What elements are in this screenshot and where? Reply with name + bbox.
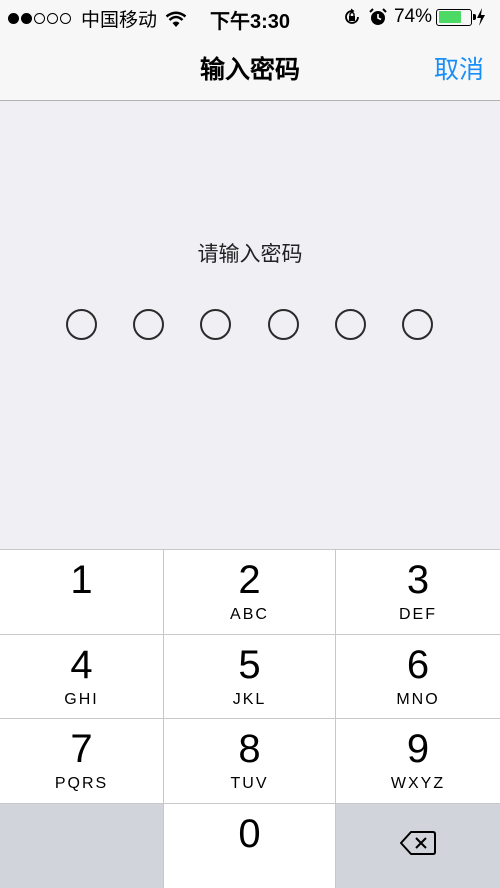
key-9[interactable]: 9 WXYZ: [336, 719, 500, 804]
key-8[interactable]: 8 TUV: [164, 719, 336, 804]
page-title: 输入密码: [199, 56, 300, 84]
passcode-dot: [402, 309, 433, 340]
key-number: 0: [238, 812, 261, 856]
passcode-dot: [133, 309, 164, 340]
backspace-icon: [400, 831, 436, 855]
key-letters: PQRS: [54, 775, 109, 792]
key-blank: [0, 804, 164, 888]
key-letters: MNO: [396, 691, 440, 708]
status-right: 74%: [342, 6, 492, 28]
key-number: 4: [70, 643, 93, 687]
key-0[interactable]: 0: [164, 804, 336, 888]
passcode-dot: [200, 309, 231, 340]
passcode-indicator: [66, 309, 436, 341]
charging-icon: [477, 8, 485, 26]
cancel-button[interactable]: 取消: [434, 50, 484, 86]
key-6[interactable]: 6 MNO: [336, 635, 500, 719]
key-letters: WXYZ: [390, 775, 446, 792]
passcode-prompt: 请输入密码: [197, 243, 303, 266]
passcode-dot: [268, 309, 299, 340]
battery-percentage: 74%: [393, 6, 432, 27]
battery-level-fill: [438, 11, 462, 23]
status-bar: 中国移动 下午3:30 74%: [0, 0, 500, 33]
key-3[interactable]: 3 DEF: [336, 549, 500, 635]
orientation-lock-icon: [345, 8, 359, 24]
passcode-dot: [335, 309, 366, 340]
navigation-bar: 输入密码 取消: [0, 32, 500, 101]
key-letters: DEF: [399, 606, 437, 623]
key-letters: TUV: [230, 775, 269, 792]
key-letters: GHI: [64, 691, 99, 708]
key-number: 8: [238, 727, 261, 771]
battery-icon: [436, 8, 476, 26]
key-1[interactable]: 1: [0, 549, 164, 635]
key-number: 6: [406, 643, 430, 687]
key-5[interactable]: 5 JKL: [164, 635, 336, 719]
numeric-keypad: 1 2 ABC 3 DEF 4 GHI 5 JKL 6 MNO 7 PQRS 8…: [0, 549, 500, 888]
delete-key[interactable]: [336, 804, 500, 888]
key-number: 3: [406, 558, 430, 602]
key-letters: ABC: [230, 606, 269, 623]
key-number: 9: [406, 727, 430, 771]
passcode-dot: [66, 309, 97, 340]
alarm-icon: [369, 8, 387, 25]
key-letters: JKL: [232, 691, 267, 708]
key-7[interactable]: 7 PQRS: [0, 719, 164, 804]
key-number: 7: [70, 727, 93, 771]
key-4[interactable]: 4 GHI: [0, 635, 164, 719]
key-number: 5: [238, 643, 261, 687]
key-number: 1: [70, 558, 93, 602]
key-number: 2: [238, 558, 261, 602]
key-2[interactable]: 2 ABC: [164, 549, 336, 635]
